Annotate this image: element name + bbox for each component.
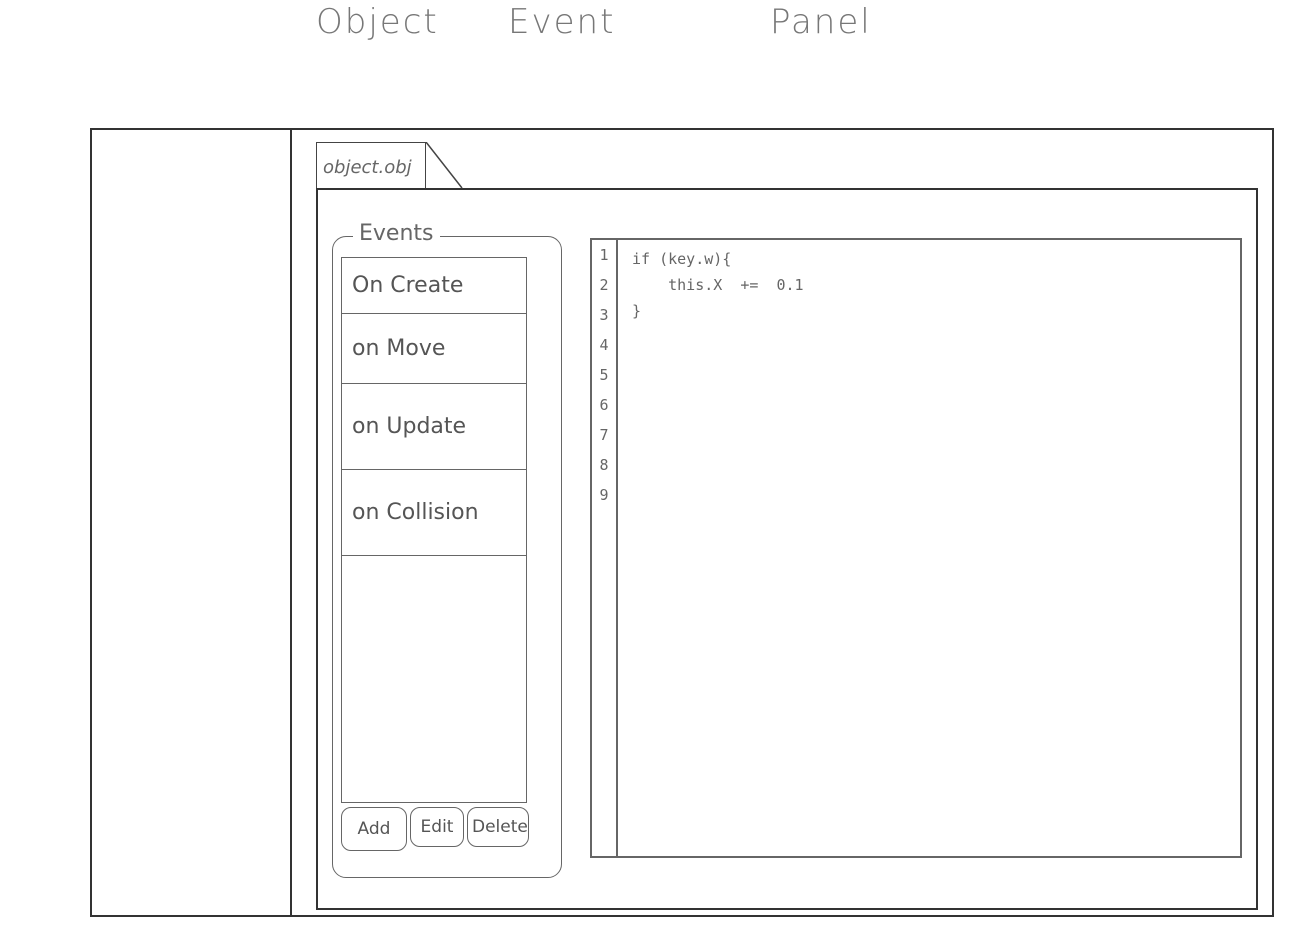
event-panel: Events On Create on Move on Update on Co… bbox=[316, 188, 1258, 910]
events-group: Events On Create on Move on Update on Co… bbox=[332, 221, 562, 878]
edit-button[interactable]: Edit bbox=[410, 807, 464, 847]
events-legend: Events bbox=[353, 221, 440, 246]
heading-event: Event bbox=[508, 2, 616, 42]
line-number: 4 bbox=[599, 336, 609, 354]
code-line: this.X += 0.1 bbox=[632, 276, 804, 294]
heading-object: Object bbox=[316, 2, 439, 42]
tab-slant-edge bbox=[422, 142, 463, 189]
event-buttons: Add Edit Delete bbox=[341, 807, 529, 851]
left-sidebar bbox=[92, 130, 292, 915]
event-item-on-create[interactable]: On Create bbox=[342, 258, 526, 314]
code-editor[interactable]: 1 2 3 4 5 6 7 8 9 if (key.w){ this.X += … bbox=[590, 238, 1242, 858]
tab-label: object.obj bbox=[323, 157, 412, 178]
delete-button[interactable]: Delete bbox=[467, 807, 529, 847]
application-window: object.obj Events On Create on Move on U… bbox=[90, 128, 1274, 917]
code-text-area[interactable]: if (key.w){ this.X += 0.1 } bbox=[632, 246, 1232, 324]
line-number-gutter: 1 2 3 4 5 6 7 8 9 bbox=[592, 240, 618, 856]
line-number: 8 bbox=[599, 456, 609, 474]
events-list[interactable]: On Create on Move on Update on Collision bbox=[341, 257, 527, 803]
tab-object-obj[interactable]: object.obj bbox=[316, 142, 426, 188]
line-number: 5 bbox=[599, 366, 609, 384]
line-number: 3 bbox=[599, 306, 609, 324]
event-item-on-collision[interactable]: on Collision bbox=[342, 470, 526, 556]
sketch-headings: Object Event Panel bbox=[0, 0, 1293, 60]
line-number: 2 bbox=[599, 276, 609, 294]
line-number: 7 bbox=[599, 426, 609, 444]
code-line: if (key.w){ bbox=[632, 250, 732, 268]
heading-panel: Panel bbox=[770, 2, 872, 42]
line-number: 6 bbox=[599, 396, 609, 414]
add-button[interactable]: Add bbox=[341, 807, 407, 851]
code-line: } bbox=[632, 302, 642, 320]
line-number: 9 bbox=[599, 486, 609, 504]
event-item-on-move[interactable]: on Move bbox=[342, 314, 526, 384]
line-number: 1 bbox=[599, 246, 609, 264]
event-item-on-update[interactable]: on Update bbox=[342, 384, 526, 470]
